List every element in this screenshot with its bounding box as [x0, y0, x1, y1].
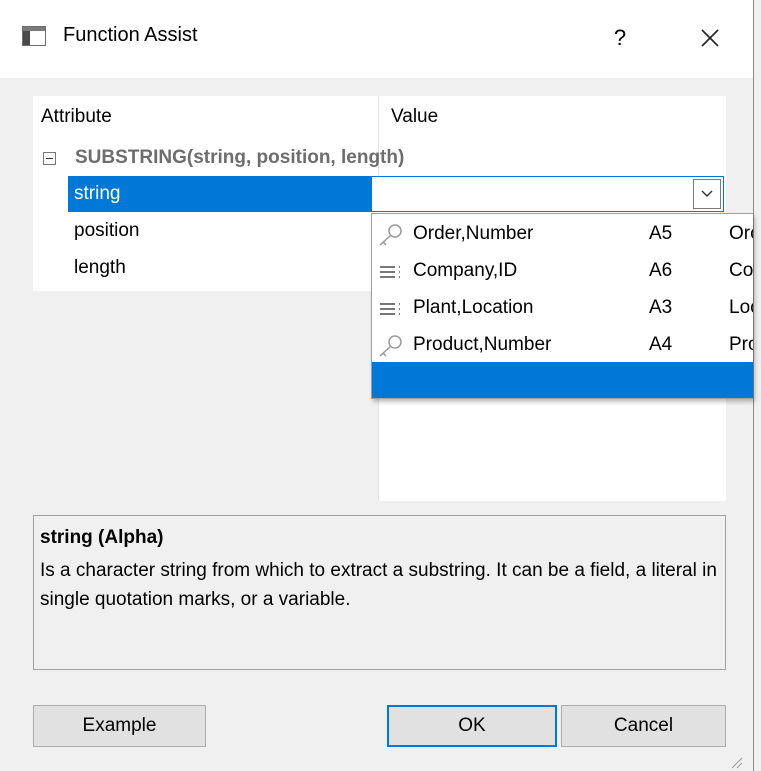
field-dropdown-list: Order,Number A5 Orc Company,ID A6 Co [371, 213, 753, 399]
function-assist-dialog: Function Assist ? Attribute Value SUBSTR… [0, 0, 754, 771]
grid-empty-area [33, 291, 378, 501]
function-group-row[interactable]: SUBSTRING(string, position, length) [33, 140, 726, 176]
field-name: Order,Number [413, 223, 534, 244]
key-icon [379, 335, 402, 357]
dropdown-item-company-id[interactable]: Company,ID A6 Co [372, 253, 753, 290]
field-name: Product,Number [413, 334, 552, 355]
field-name: Company,ID [413, 260, 518, 281]
field-list-icon [380, 266, 400, 278]
resize-grip-icon[interactable] [727, 753, 743, 769]
field-format: A6 [649, 260, 673, 281]
field-format: A3 [649, 297, 673, 318]
field-list-icon [380, 303, 400, 315]
key-icon [379, 224, 402, 246]
dropdown-item-order-number[interactable]: Order,Number A5 Orc [372, 216, 753, 253]
value-combobox[interactable] [371, 176, 724, 212]
description-panel: string (Alpha) Is a character string fro… [33, 515, 726, 670]
collapse-icon[interactable] [43, 152, 56, 165]
attribute-column-header: Attribute [41, 106, 112, 127]
window-title: Function Assist [63, 24, 198, 46]
description-title: string (Alpha) [40, 527, 164, 548]
field-name: Plant,Location [413, 297, 534, 318]
attribute-label: string [74, 183, 121, 204]
chevron-down-icon [701, 190, 713, 197]
attribute-label: position [74, 220, 140, 241]
title-bar: Function Assist ? [0, 0, 753, 78]
ok-button[interactable]: OK [387, 705, 557, 747]
dropdown-button[interactable] [693, 179, 721, 209]
field-alias: Co [729, 260, 753, 281]
cancel-button[interactable]: Cancel [561, 705, 726, 747]
attribute-row-length[interactable]: length [68, 250, 378, 286]
attribute-row-string[interactable]: string [68, 176, 378, 212]
field-format: A4 [649, 334, 673, 355]
field-alias: Pro [729, 334, 753, 355]
dropdown-item-plant-location[interactable]: Plant,Location A3 Loc [372, 290, 753, 327]
app-window-icon [22, 26, 46, 46]
dropdown-item-product-number[interactable]: Product,Number A4 Pro [372, 327, 753, 364]
value-column-header: Value [391, 106, 439, 127]
close-icon[interactable] [690, 18, 730, 58]
field-alias: Loc [729, 297, 753, 318]
description-body: Is a character string from which to extr… [40, 560, 717, 610]
grid-header: Attribute Value [33, 96, 726, 138]
example-button[interactable]: Example [33, 705, 206, 747]
function-signature: SUBSTRING(string, position, length) [75, 147, 405, 168]
dropdown-item-empty-selected[interactable] [372, 362, 753, 398]
attribute-label: length [74, 257, 126, 278]
field-format: A5 [649, 223, 673, 244]
help-button[interactable]: ? [605, 20, 635, 56]
attribute-row-position[interactable]: position [68, 213, 378, 249]
field-alias: Orc [729, 223, 753, 244]
